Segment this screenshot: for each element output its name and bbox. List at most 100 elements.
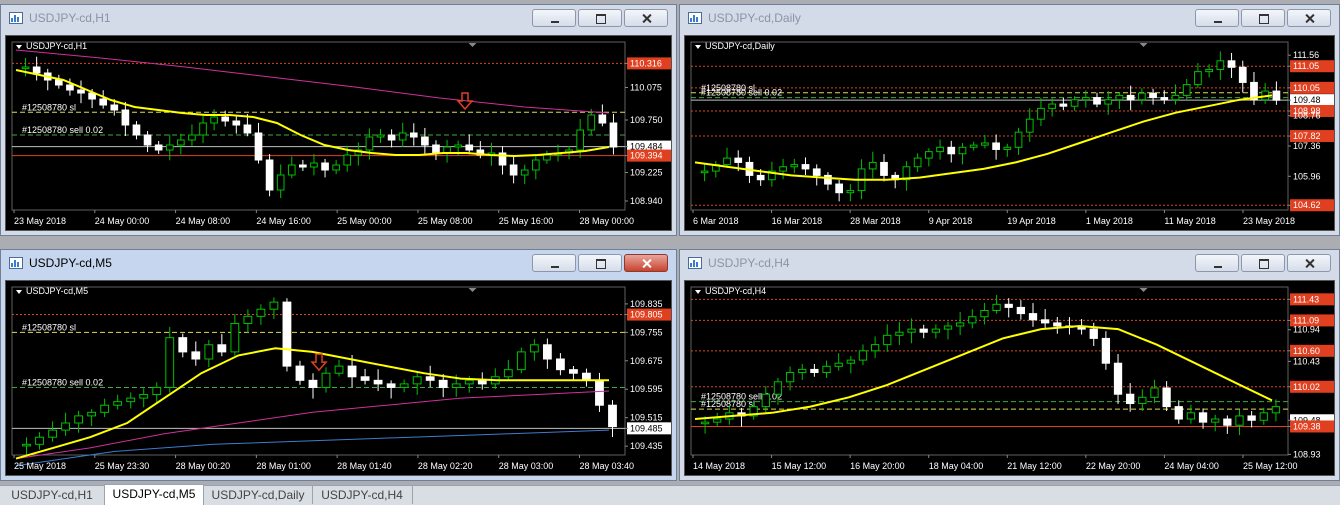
x-tick-label: 23 May 2018 [14,216,66,226]
price-chart[interactable]: #12508780 sl #12508780 sell 0.02 110.316 11… [5,35,672,231]
window-title: USDJPY-cd,H1 [29,11,111,25]
candle-body [1171,94,1180,101]
candle-body [756,174,765,181]
candle-body [1089,328,1098,339]
x-tick-label: 24 May 04:00 [1164,461,1219,471]
minimize-button[interactable] [532,9,576,27]
candle-body [969,144,978,148]
candle-body [810,368,819,374]
price-chart[interactable]: #12508780 sl #12508780 sell 0.02 111.56 111… [684,35,1335,231]
candle-body [958,146,967,155]
candle-body [188,134,196,141]
candle-body [779,166,787,172]
candle-body [199,122,207,136]
candle-body [265,159,274,191]
candle-body [919,328,928,333]
candle-body [132,124,141,136]
candle-body [399,383,409,388]
candle-body [1115,94,1124,101]
candle-body [254,132,263,161]
window-titlebar[interactable]: USDJPY-cd,H1 [1,5,676,31]
dropdown-triangle-icon [16,45,22,49]
candle-body [1113,362,1123,395]
window-titlebar[interactable]: USDJPY-cd,Daily [680,5,1339,31]
symbol-label: USDJPY-cd,M5 [26,286,88,296]
x-tick-label: 28 May 02:20 [418,461,473,471]
close-button[interactable] [1287,9,1331,27]
scroll-marker-icon [1139,43,1148,47]
y-tick-label: 108.76 [1293,111,1321,121]
chart-window-daily[interactable]: USDJPY-cd,Daily #12508780 sl #12508780 se… [679,4,1340,236]
candle-body [608,404,617,428]
candle-body [1247,415,1256,421]
candle-body [992,142,1000,150]
candle-body [100,404,110,413]
minimize-button[interactable] [532,254,576,272]
minimize-button[interactable] [1195,254,1239,272]
candle-body [1271,406,1281,414]
candle-body [790,164,799,168]
y-tick-label: 109.38 [1293,421,1321,431]
tab-usdjpy-daily[interactable]: USDJPY-cd,Daily [204,486,313,504]
candle-body [1223,418,1232,426]
price-chart[interactable]: #12508780 sl #12508780 sell 0.02 109.835 10… [5,280,672,476]
window-titlebar[interactable]: USDJPY-cd,M5 [1,250,676,276]
candle-body [1235,415,1244,426]
candle-body [595,379,604,406]
y-tick-label: 107.36 [1293,141,1321,151]
candle-body [529,344,539,353]
maximize-button[interactable] [1241,254,1285,272]
candle-body [1101,337,1111,364]
candle-body [1174,406,1183,420]
candle-body [321,162,329,171]
x-tick-label: 28 May 00:20 [176,461,231,471]
candle-body [191,351,201,360]
candle-body [700,170,709,174]
order-sl-label: #12508780 sl [22,102,76,112]
candle-body [858,350,868,361]
candle-body [931,328,940,333]
maximize-button[interactable] [578,254,622,272]
plot-area-border [690,41,1289,211]
candle-body [99,98,108,106]
candle-body [542,344,552,360]
y-tick-label: 109.835 [630,299,663,309]
minimize-button[interactable] [1195,9,1239,27]
chart-window-h1[interactable]: USDJPY-cd,H1 #12508780 sl #12508780 sell … [0,4,677,236]
candle-body [1138,396,1147,405]
chart-window-m5[interactable]: USDJPY-cd,M5 #12508780 sl #12508780 sell … [0,249,677,481]
maximize-button[interactable] [1241,9,1285,27]
candle-body [555,358,565,371]
price-chart[interactable]: #12508780 sl #12508780 sell 0.02 111.43 111… [684,280,1335,476]
tab-usdjpy-h4[interactable]: USDJPY-cd,H4 [312,486,413,504]
close-button[interactable] [624,9,668,27]
tab-usdjpy-h1[interactable]: USDJPY-cd,H1 [0,486,105,504]
candle-body [943,325,953,330]
x-tick-label: 24 May 00:00 [95,216,150,226]
candle-body [1137,92,1146,101]
candle-body [992,303,1001,312]
candle-body [1160,97,1169,101]
y-tick-label: 109.435 [630,441,663,451]
candle-body [243,315,253,324]
candle-body [883,334,892,346]
candle-body [321,372,331,388]
candle-body [217,344,227,353]
candle-body [310,162,318,168]
candle-body [598,114,607,124]
candle-body [913,157,922,168]
chart-window-h4[interactable]: USDJPY-cd,H4 #12508780 sl #12508780 sell … [679,249,1340,481]
close-button[interactable] [1287,254,1331,272]
candle-body [412,376,422,385]
tab-usdjpy-m5[interactable]: USDJPY-cd,M5 [104,484,204,505]
candle-body [1053,322,1062,327]
window-titlebar[interactable]: USDJPY-cd,H4 [680,250,1339,276]
y-tick-label: 105.96 [1293,171,1321,181]
close-button[interactable] [624,254,668,272]
candle-body [165,337,175,388]
candle-body [48,429,57,438]
maximize-button[interactable] [578,9,622,27]
candle-body [1025,118,1034,133]
chart-window-icon [688,12,702,24]
y-tick-label: 109.750 [630,115,663,125]
